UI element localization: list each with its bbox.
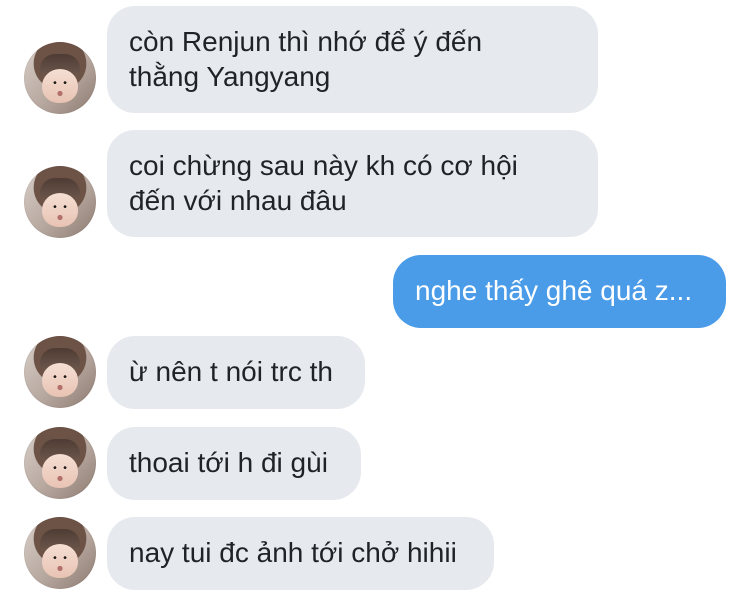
message-text: coi chừng sau này kh có cơ hội đến với n…	[129, 150, 518, 216]
contact-avatar[interactable]	[24, 336, 96, 408]
message-text: ừ nên t nói trc th	[129, 356, 333, 387]
message-text: nay tui đc ảnh tới chở hihii	[129, 537, 457, 568]
outgoing-message-bubble: nghe thấy ghê quá z...	[393, 255, 726, 328]
incoming-message-bubble: coi chừng sau này kh có cơ hội đến với n…	[107, 130, 598, 237]
message-text: thoai tới h đi gùi	[129, 447, 328, 478]
contact-avatar[interactable]	[24, 42, 96, 114]
contact-avatar[interactable]	[24, 517, 96, 589]
incoming-message-bubble: ừ nên t nói trc th	[107, 336, 365, 409]
incoming-message-bubble: nay tui đc ảnh tới chở hihii	[107, 517, 494, 590]
message-text: còn Renjun thì nhớ để ý đến thằng Yangya…	[129, 26, 483, 92]
message-text: nghe thấy ghê quá z...	[415, 275, 693, 306]
incoming-message-bubble: còn Renjun thì nhớ để ý đến thằng Yangya…	[107, 6, 598, 113]
contact-avatar[interactable]	[24, 427, 96, 499]
incoming-message-bubble: thoai tới h đi gùi	[107, 427, 361, 500]
contact-avatar[interactable]	[24, 166, 96, 238]
